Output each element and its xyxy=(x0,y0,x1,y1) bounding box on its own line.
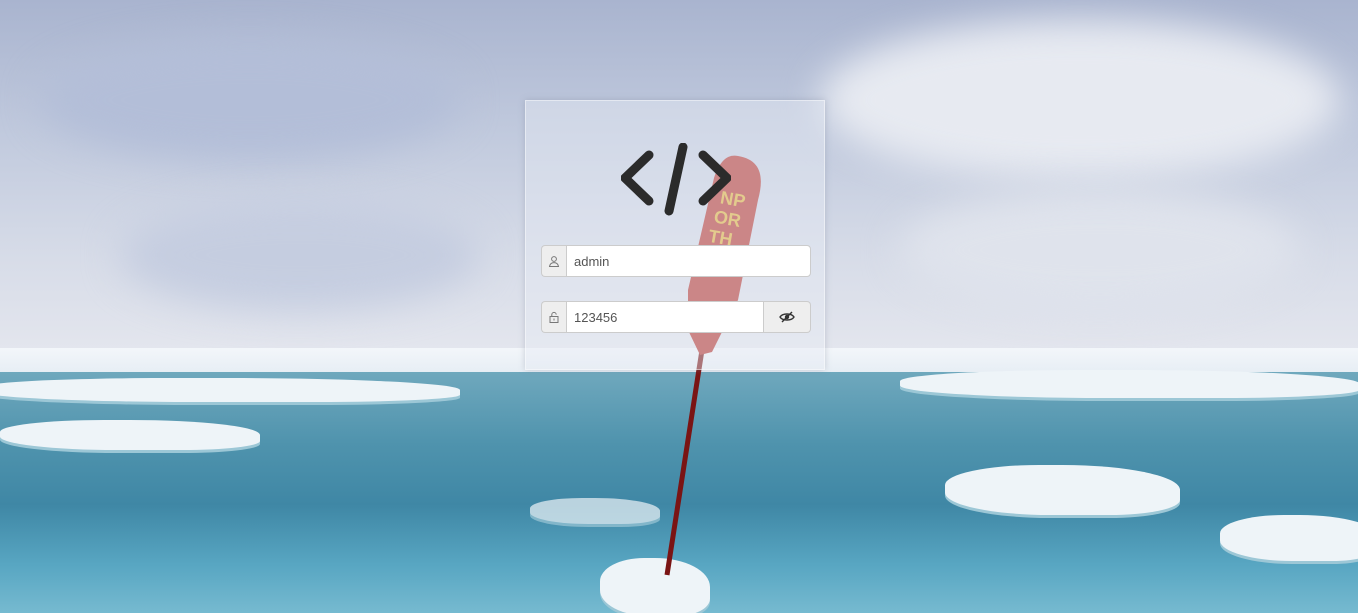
user-icon xyxy=(541,245,566,277)
password-input[interactable] xyxy=(566,301,764,333)
eye-slash-icon xyxy=(779,311,795,323)
username-input[interactable] xyxy=(566,245,811,277)
password-group xyxy=(541,301,811,333)
login-panel xyxy=(525,100,825,370)
username-group xyxy=(541,245,811,277)
lock-icon xyxy=(541,301,566,333)
code-brackets-icon xyxy=(621,143,731,216)
toggle-password-visibility-button[interactable] xyxy=(764,301,811,333)
